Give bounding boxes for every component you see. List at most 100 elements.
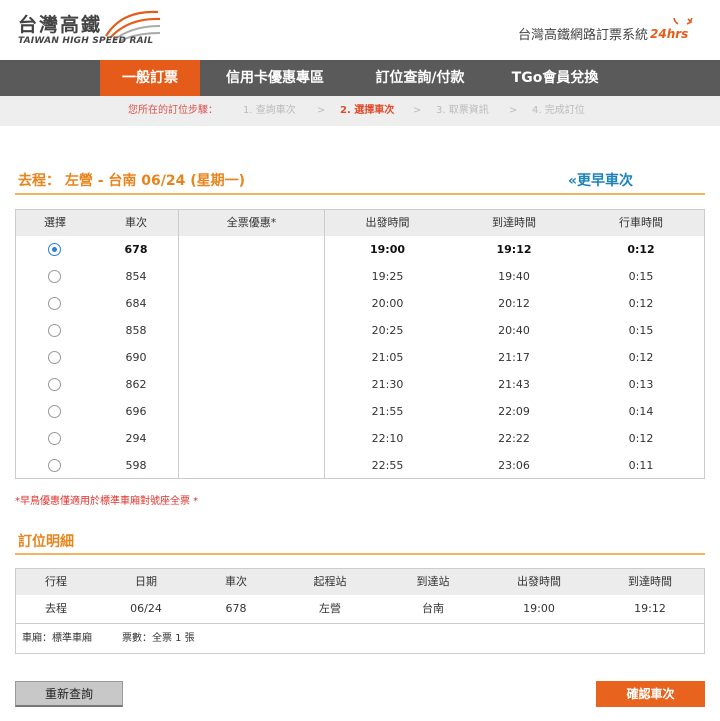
- train-select-radio[interactable]: [48, 432, 61, 445]
- row-depart: 19:25: [371, 270, 404, 283]
- row-arrive: 21:17: [498, 351, 530, 364]
- row-discount: [179, 290, 324, 317]
- train-select-radio[interactable]: [48, 324, 61, 337]
- train-select-radio[interactable]: [48, 459, 61, 472]
- detail-col-date: 日期: [135, 575, 157, 588]
- train-row[interactable]: 294 22:10 22:22 0:12: [16, 425, 704, 452]
- detail-date: 06/24: [130, 602, 162, 615]
- confirm-train-button[interactable]: 確認車次: [596, 681, 705, 707]
- col-train-no: 車次: [125, 216, 147, 229]
- row-discount: [179, 398, 324, 425]
- nav-item-credit-card-offers[interactable]: 信用卡優惠專區: [210, 60, 340, 96]
- detail-table-header: 行程 日期 車次 起程站 到達站 出發時間 到達時間: [16, 569, 704, 595]
- booking-steps: 您所在的訂位步驟： 1. 查詢車次 > 2. 選擇車次 > 3. 取票資訊 > …: [0, 96, 720, 126]
- row-train-no: 690: [125, 351, 147, 364]
- detail-car-type: 車廂：標準車廂: [22, 633, 92, 644]
- step-2-current: 2. 選擇車次: [340, 105, 395, 116]
- page-header: 台灣高鐵 TAIWAN HIGH SPEED RAIL 台灣高鐵網路訂票系統 2…: [0, 0, 720, 60]
- row-depart: 20:00: [371, 297, 404, 310]
- train-select-radio[interactable]: [48, 270, 61, 283]
- train-row[interactable]: 854 19:25 19:40 0:15: [16, 263, 704, 290]
- train-row[interactable]: 690 21:05 21:17 0:12: [16, 344, 704, 371]
- detail-col-from: 起程站: [313, 575, 347, 588]
- detail-row: 去程 06/24 678 左營 台南 19:00 19:12: [16, 595, 704, 623]
- step-sep-3: >: [509, 105, 518, 116]
- nav-item-general-booking[interactable]: 一般訂票: [100, 60, 200, 96]
- row-depart: 20:25: [371, 324, 404, 337]
- col-select: 選擇: [44, 216, 66, 229]
- train-select-radio[interactable]: [48, 243, 61, 256]
- row-duration: 0:15: [628, 324, 654, 337]
- train-row[interactable]: 696 21:55 22:09 0:14: [16, 398, 704, 425]
- 24hrs-icon: 24hrs: [650, 18, 693, 41]
- row-duration: 0:12: [627, 243, 655, 256]
- row-train-no: 598: [125, 459, 147, 472]
- train-row[interactable]: 862 21:30 21:43 0:13: [16, 371, 704, 398]
- row-arrive: 20:12: [498, 297, 530, 310]
- early-bird-note: *早鳥優惠僅適用於標準車廂對號座全票 *: [15, 496, 199, 507]
- row-duration: 0:12: [628, 432, 654, 445]
- detail-col-trip: 行程: [45, 575, 67, 588]
- row-train-no: 696: [125, 405, 147, 418]
- nav-item-tgo-redeem[interactable]: TGo會員兌換: [500, 60, 610, 96]
- train-select-radio[interactable]: [48, 405, 61, 418]
- row-discount: [179, 344, 324, 371]
- row-arrive: 23:06: [498, 459, 530, 472]
- train-select-radio[interactable]: [48, 351, 61, 364]
- badge-24hrs-text: 24hrs: [650, 27, 688, 41]
- row-depart: 22:10: [371, 432, 404, 445]
- trip-divider: [15, 193, 705, 195]
- row-depart: 19:00: [369, 243, 405, 256]
- detail-col-arrive: 到達時間: [628, 575, 672, 588]
- booking-detail-table: 行程 日期 車次 起程站 到達站 出發時間 到達時間 去程 06/24 678 …: [15, 568, 705, 654]
- row-discount: [179, 263, 324, 290]
- train-table-header: 選擇 車次 全票優惠* 出發時間 到達時間 行車時間: [16, 210, 704, 236]
- row-discount: [179, 452, 324, 479]
- step-sep-2: >: [413, 105, 422, 116]
- detail-from: 左營: [319, 602, 341, 615]
- train-row[interactable]: 684 20:00 20:12 0:12: [16, 290, 704, 317]
- nav-item-booking-query[interactable]: 訂位查詢/付款: [355, 60, 485, 96]
- row-duration: 0:15: [628, 270, 654, 283]
- row-discount: [179, 371, 324, 398]
- row-depart: 21:05: [371, 351, 404, 364]
- col-depart: 出發時間: [365, 216, 410, 229]
- row-arrive: 20:40: [498, 324, 530, 337]
- row-arrive: 21:43: [498, 378, 530, 391]
- step-4: 4. 完成訂位: [532, 105, 585, 116]
- earlier-trains-link[interactable]: «更早車次: [568, 170, 633, 190]
- detail-trip: 去程: [45, 602, 67, 615]
- logo-chinese[interactable]: 台灣高鐵: [18, 10, 102, 37]
- row-depart: 22:55: [371, 459, 404, 472]
- step-3: 3. 取票資訊: [436, 105, 489, 116]
- row-discount: [179, 425, 324, 452]
- row-duration: 0:11: [628, 459, 654, 472]
- system-title: 台灣高鐵網路訂票系統: [517, 28, 648, 43]
- step-1: 1. 查詢車次: [243, 105, 296, 116]
- row-arrive: 22:22: [498, 432, 530, 445]
- row-train-no: 678: [124, 243, 148, 256]
- train-table: 選擇 車次 全票優惠* 出發時間 到達時間 行車時間 678 19:00 19:12…: [15, 209, 705, 479]
- train-select-radio[interactable]: [48, 378, 61, 391]
- row-train-no: 294: [125, 432, 147, 445]
- row-duration: 0:13: [628, 378, 654, 391]
- row-duration: 0:12: [628, 297, 654, 310]
- train-select-radio[interactable]: [48, 297, 61, 310]
- requery-button[interactable]: 重新查詢: [15, 681, 123, 707]
- row-discount: [179, 317, 324, 344]
- steps-label: 您所在的訂位步驟：: [128, 105, 218, 116]
- row-duration: 0:12: [628, 351, 654, 364]
- train-row[interactable]: 678 19:00 19:12 0:12: [16, 236, 704, 263]
- col-discount: 全票優惠*: [226, 216, 277, 229]
- row-train-no: 854: [125, 270, 147, 283]
- row-discount: [179, 236, 324, 263]
- train-row[interactable]: 598 22:55 23:06 0:11: [16, 452, 704, 479]
- train-row[interactable]: 858 20:25 20:40 0:15: [16, 317, 704, 344]
- row-depart: 21:55: [371, 405, 404, 418]
- detail-to: 台南: [422, 602, 444, 615]
- detail-arrive: 19:12: [634, 602, 666, 615]
- row-depart: 21:30: [371, 378, 404, 391]
- detail-divider: [15, 553, 705, 555]
- row-arrive: 22:09: [498, 405, 530, 418]
- detail-col-train: 車次: [225, 575, 247, 588]
